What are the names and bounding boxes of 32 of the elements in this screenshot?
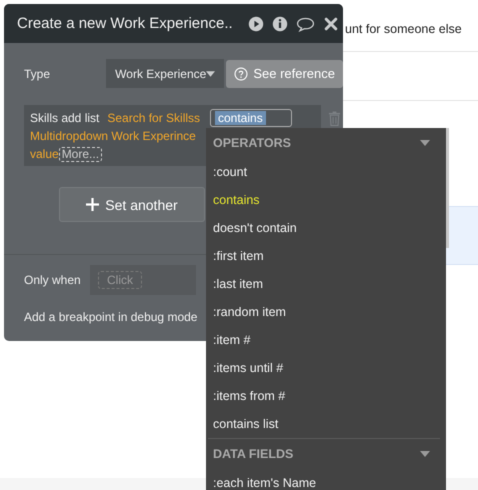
set-another-button[interactable]: Set another bbox=[59, 187, 205, 222]
menu-item[interactable]: :random item bbox=[208, 298, 446, 326]
menu-item[interactable]: doesn't contain bbox=[208, 214, 446, 242]
caret-icon bbox=[206, 70, 216, 76]
caret-icon bbox=[420, 451, 430, 457]
dialog-title: Create a new Work Experience.. bbox=[17, 15, 234, 32]
expression-text[interactable]: Search for Skillss bbox=[107, 110, 200, 127]
more-link[interactable]: More... bbox=[58, 147, 102, 162]
close-icon[interactable] bbox=[323, 16, 339, 32]
menu-item[interactable]: :items from # bbox=[208, 382, 446, 410]
plus-icon bbox=[86, 198, 100, 211]
type-label: Type bbox=[24, 66, 52, 80]
page-heading: unt for someone else bbox=[345, 22, 462, 36]
expression-text[interactable]: value bbox=[30, 146, 59, 163]
only-when-label: Only when bbox=[24, 273, 82, 287]
menu-item[interactable]: :last item bbox=[208, 270, 446, 298]
type-dropdown[interactable]: Work Experience bbox=[106, 59, 224, 88]
field-name: Skills add list bbox=[30, 110, 100, 127]
operator-input[interactable]: contains bbox=[210, 109, 292, 127]
menu-item[interactable]: contains bbox=[208, 186, 446, 214]
menu-item[interactable]: :each item's Name bbox=[208, 469, 446, 490]
caret-icon bbox=[420, 140, 430, 146]
speech-bubble-icon[interactable] bbox=[296, 16, 315, 32]
play-icon[interactable] bbox=[248, 16, 264, 32]
scrollbar[interactable] bbox=[446, 128, 449, 248]
menu-item[interactable]: contains list bbox=[208, 410, 446, 438]
menu-item[interactable]: :items until # bbox=[208, 354, 446, 382]
info-icon[interactable] bbox=[272, 16, 288, 32]
menu-item[interactable]: :first item bbox=[208, 242, 446, 270]
help-icon bbox=[234, 66, 248, 80]
section-header[interactable]: DATA FIELDS bbox=[208, 438, 440, 469]
menu-item[interactable]: :item # bbox=[208, 326, 446, 354]
